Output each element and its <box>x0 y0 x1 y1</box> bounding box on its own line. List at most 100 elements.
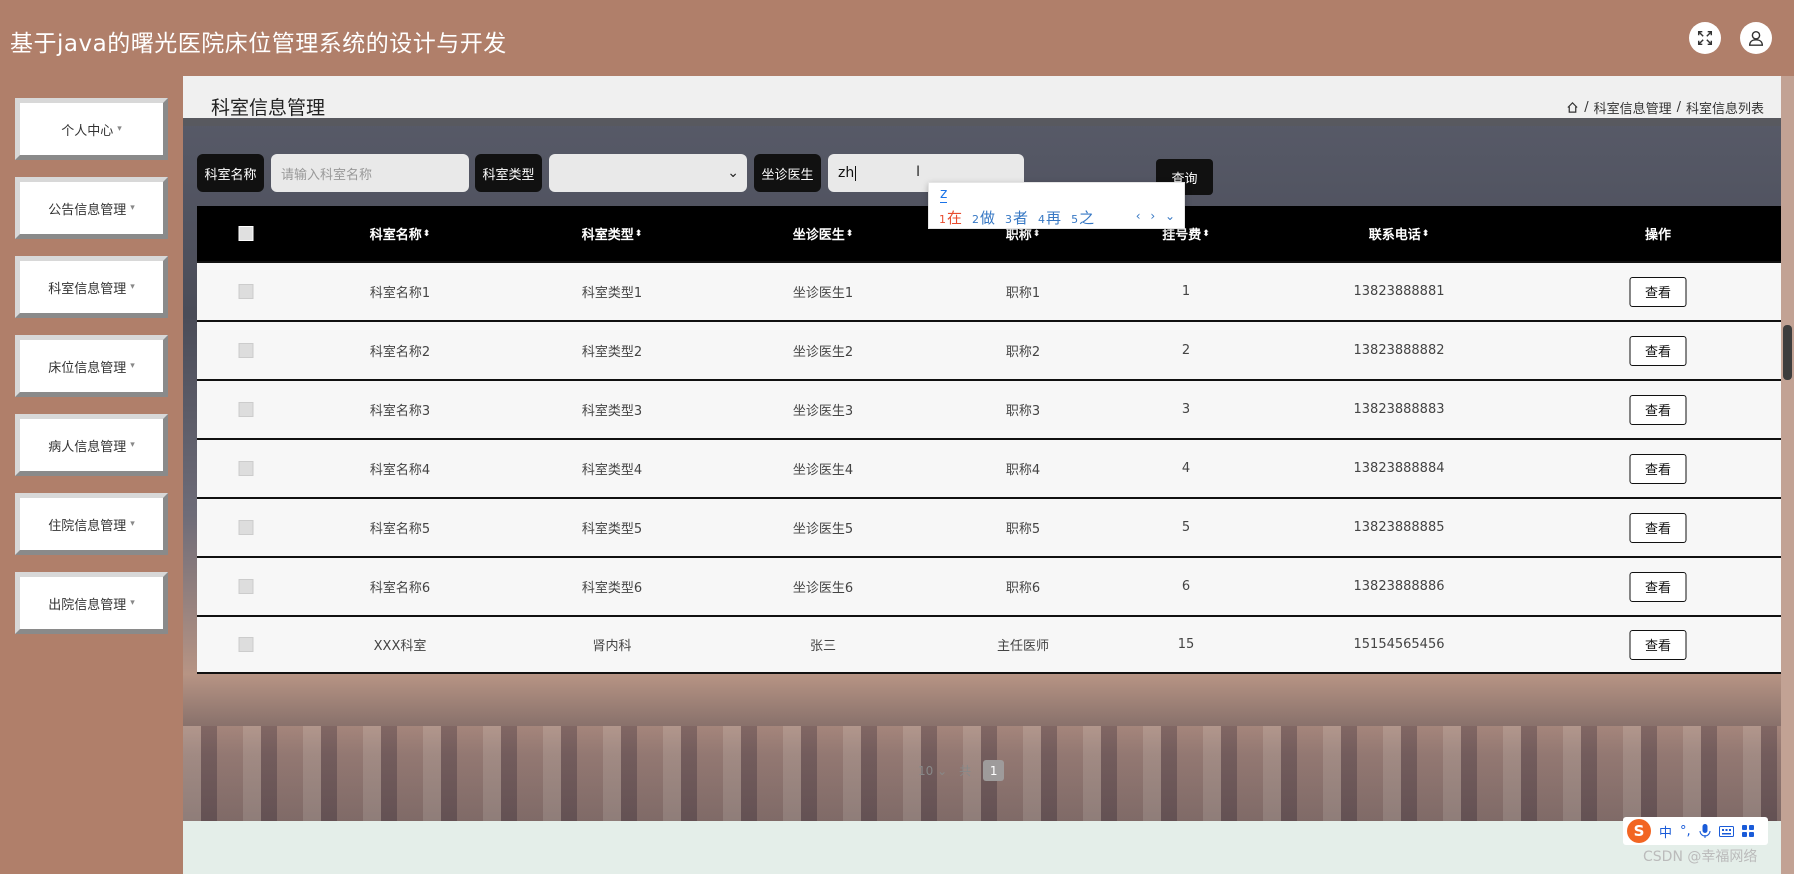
ime-candidate-text: 在 <box>947 209 963 227</box>
row-checkbox[interactable] <box>238 440 254 497</box>
view-button[interactable]: 查看 <box>1629 335 1687 366</box>
breadcrumb-level2: 科室信息列表 <box>1685 102 1764 117</box>
cell-title: 职称3 <box>1005 404 1041 419</box>
page-size-select[interactable]: 10 ⌄ <box>918 764 947 778</box>
ime-candidate-index: 4 <box>1038 213 1046 226</box>
cell-type: 科室类型6 <box>581 581 643 596</box>
header-name[interactable]: 科室名称 ⬍ <box>370 206 431 261</box>
ime-candidate[interactable]: 2做 <box>972 207 995 228</box>
ime-candidate-index: 5 <box>1071 213 1079 226</box>
scrollbar-thumb[interactable] <box>1783 325 1792 380</box>
department-type-label: 科室类型 <box>475 154 542 192</box>
ime-toolbar[interactable]: S 中 °, <box>1623 817 1768 845</box>
ime-composition: z <box>940 186 948 203</box>
department-name-label: 科室名称 <box>197 154 264 192</box>
ime-candidate[interactable]: 4再 <box>1038 207 1061 228</box>
cell-fee: 3 <box>1181 402 1191 417</box>
sidebar-item-admissions[interactable]: 住院信息管理 ▾ <box>15 493 168 555</box>
row-checkbox[interactable] <box>238 381 254 438</box>
cell-action: 查看 <box>1629 499 1687 556</box>
table-row: 科室名称6 科室类型6 坐诊医生6 职称6 6 13823888886 查看 <box>197 556 1781 615</box>
sidebar-item-patients[interactable]: 病人信息管理 ▾ <box>15 414 168 476</box>
department-type-select[interactable]: ⌄ <box>549 154 747 192</box>
row-checkbox[interactable] <box>238 617 254 672</box>
scrollbar[interactable] <box>1781 76 1794 874</box>
view-button[interactable]: 查看 <box>1629 276 1687 307</box>
fullscreen-button[interactable] <box>1689 22 1721 54</box>
breadcrumb-level1[interactable]: 科室信息管理 <box>1594 98 1672 117</box>
home-icon[interactable] <box>1566 101 1579 114</box>
row-checkbox[interactable] <box>238 558 254 615</box>
sidebar-item-label: 科室信息管理 <box>48 281 127 297</box>
header-phone[interactable]: 联系电话 ⬍ <box>1369 206 1430 261</box>
cell-fee: 2 <box>1181 343 1191 358</box>
punctuation-toggle[interactable]: °, <box>1680 824 1691 839</box>
checkbox-icon <box>238 226 254 241</box>
header-type[interactable]: 科室类型 ⬍ <box>582 206 643 261</box>
sidebar-item-label: 公告信息管理 <box>48 202 127 218</box>
cell-fee: 1 <box>1181 284 1191 299</box>
sidebar-item-discharges[interactable]: 出院信息管理 ▾ <box>15 572 168 634</box>
sidebar-item-departments[interactable]: 科室信息管理 ▾ <box>15 256 168 318</box>
grid-icon[interactable] <box>1741 825 1754 837</box>
checkbox-icon <box>238 284 254 299</box>
cell-type: 科室类型1 <box>581 286 643 301</box>
cell-title: 职称5 <box>1005 522 1041 537</box>
header-action: 操作 <box>1644 228 1672 243</box>
checkbox-icon <box>238 343 254 358</box>
cell-doctor: 坐诊医生1 <box>792 286 854 301</box>
table-row: 科室名称3 科室类型3 坐诊医生3 职称3 3 13823888883 查看 <box>197 379 1781 438</box>
mic-icon[interactable] <box>1699 824 1711 838</box>
total-text: 共 <box>959 764 972 778</box>
table-row: 科室名称2 科室类型2 坐诊医生2 职称2 2 13823888882 查看 <box>197 320 1781 379</box>
department-name-input[interactable]: 请输入科室名称 <box>271 154 469 192</box>
cell-fee: 6 <box>1181 579 1191 594</box>
ime-candidate-popup: z 1在 2做 3者 4再 5之 ‹ › ⌄ <box>928 182 1185 229</box>
footer-band <box>183 821 1794 874</box>
view-button[interactable]: 查看 <box>1629 512 1687 543</box>
table-row: 科室名称5 科室类型5 坐诊医生5 职称5 5 13823888885 查看 <box>197 497 1781 556</box>
sidebar-item-beds[interactable]: 床位信息管理 ▾ <box>15 335 168 397</box>
page-header: 科室信息管理 / 科室信息管理 / 科室信息列表 <box>183 76 1794 126</box>
cell-doctor: 坐诊医生3 <box>792 404 854 419</box>
watermark: CSDN @幸福网络 <box>1643 849 1758 865</box>
ime-mode-toggle[interactable]: 中 <box>1659 822 1672 841</box>
view-button[interactable]: 查看 <box>1629 453 1687 484</box>
row-checkbox[interactable] <box>238 499 254 556</box>
row-checkbox[interactable] <box>238 263 254 320</box>
sidebar-item-notices[interactable]: 公告信息管理 ▾ <box>15 177 168 239</box>
cell-title: 职称4 <box>1005 463 1041 478</box>
ime-page-arrows[interactable]: ‹ › ⌄ <box>1136 209 1178 223</box>
row-checkbox[interactable] <box>238 322 254 379</box>
main-content: 科室信息管理 / 科室信息管理 / 科室信息列表 科室名称 请输入科室名称 科室… <box>183 76 1794 874</box>
cell-name: 科室名称3 <box>369 404 431 419</box>
cell-phone: 13823888886 <box>1353 579 1445 594</box>
ime-candidate[interactable]: 3者 <box>1005 207 1028 228</box>
view-button[interactable]: 查看 <box>1629 571 1687 602</box>
cell-action: 查看 <box>1629 440 1687 497</box>
sogou-logo-icon[interactable]: S <box>1627 819 1651 843</box>
ime-candidate[interactable]: 5之 <box>1071 207 1094 228</box>
view-button[interactable]: 查看 <box>1629 629 1687 660</box>
header-label: 坐诊医生 <box>792 228 845 243</box>
sidebar-item-profile[interactable]: 个人中心 ▾ <box>15 98 168 160</box>
user-button[interactable] <box>1740 22 1772 54</box>
cell-action: 查看 <box>1629 617 1687 672</box>
breadcrumb-separator: / <box>1584 100 1589 115</box>
table-row: 科室名称1 科室类型1 坐诊医生1 职称1 1 13823888881 查看 <box>197 261 1781 320</box>
chevron-down-icon: ⌄ <box>937 763 948 778</box>
cell-type: 科室类型4 <box>581 463 643 478</box>
sidebar-item-label: 病人信息管理 <box>48 439 127 455</box>
cell-doctor: 张三 <box>809 639 837 654</box>
cell-phone: 13823888882 <box>1353 343 1445 358</box>
cell-action: 查看 <box>1629 263 1687 320</box>
page-number-current[interactable]: 1 <box>983 760 1005 781</box>
select-all-checkbox[interactable] <box>238 206 254 261</box>
keyboard-icon[interactable] <box>1718 825 1734 837</box>
ime-candidate[interactable]: 1在 <box>939 207 962 228</box>
ime-candidate-index: 1 <box>939 213 946 226</box>
header-doctor[interactable]: 坐诊医生 ⬍ <box>793 206 854 261</box>
cell-action: 查看 <box>1629 322 1687 379</box>
cell-phone: 13823888881 <box>1353 284 1445 299</box>
view-button[interactable]: 查看 <box>1629 394 1687 425</box>
